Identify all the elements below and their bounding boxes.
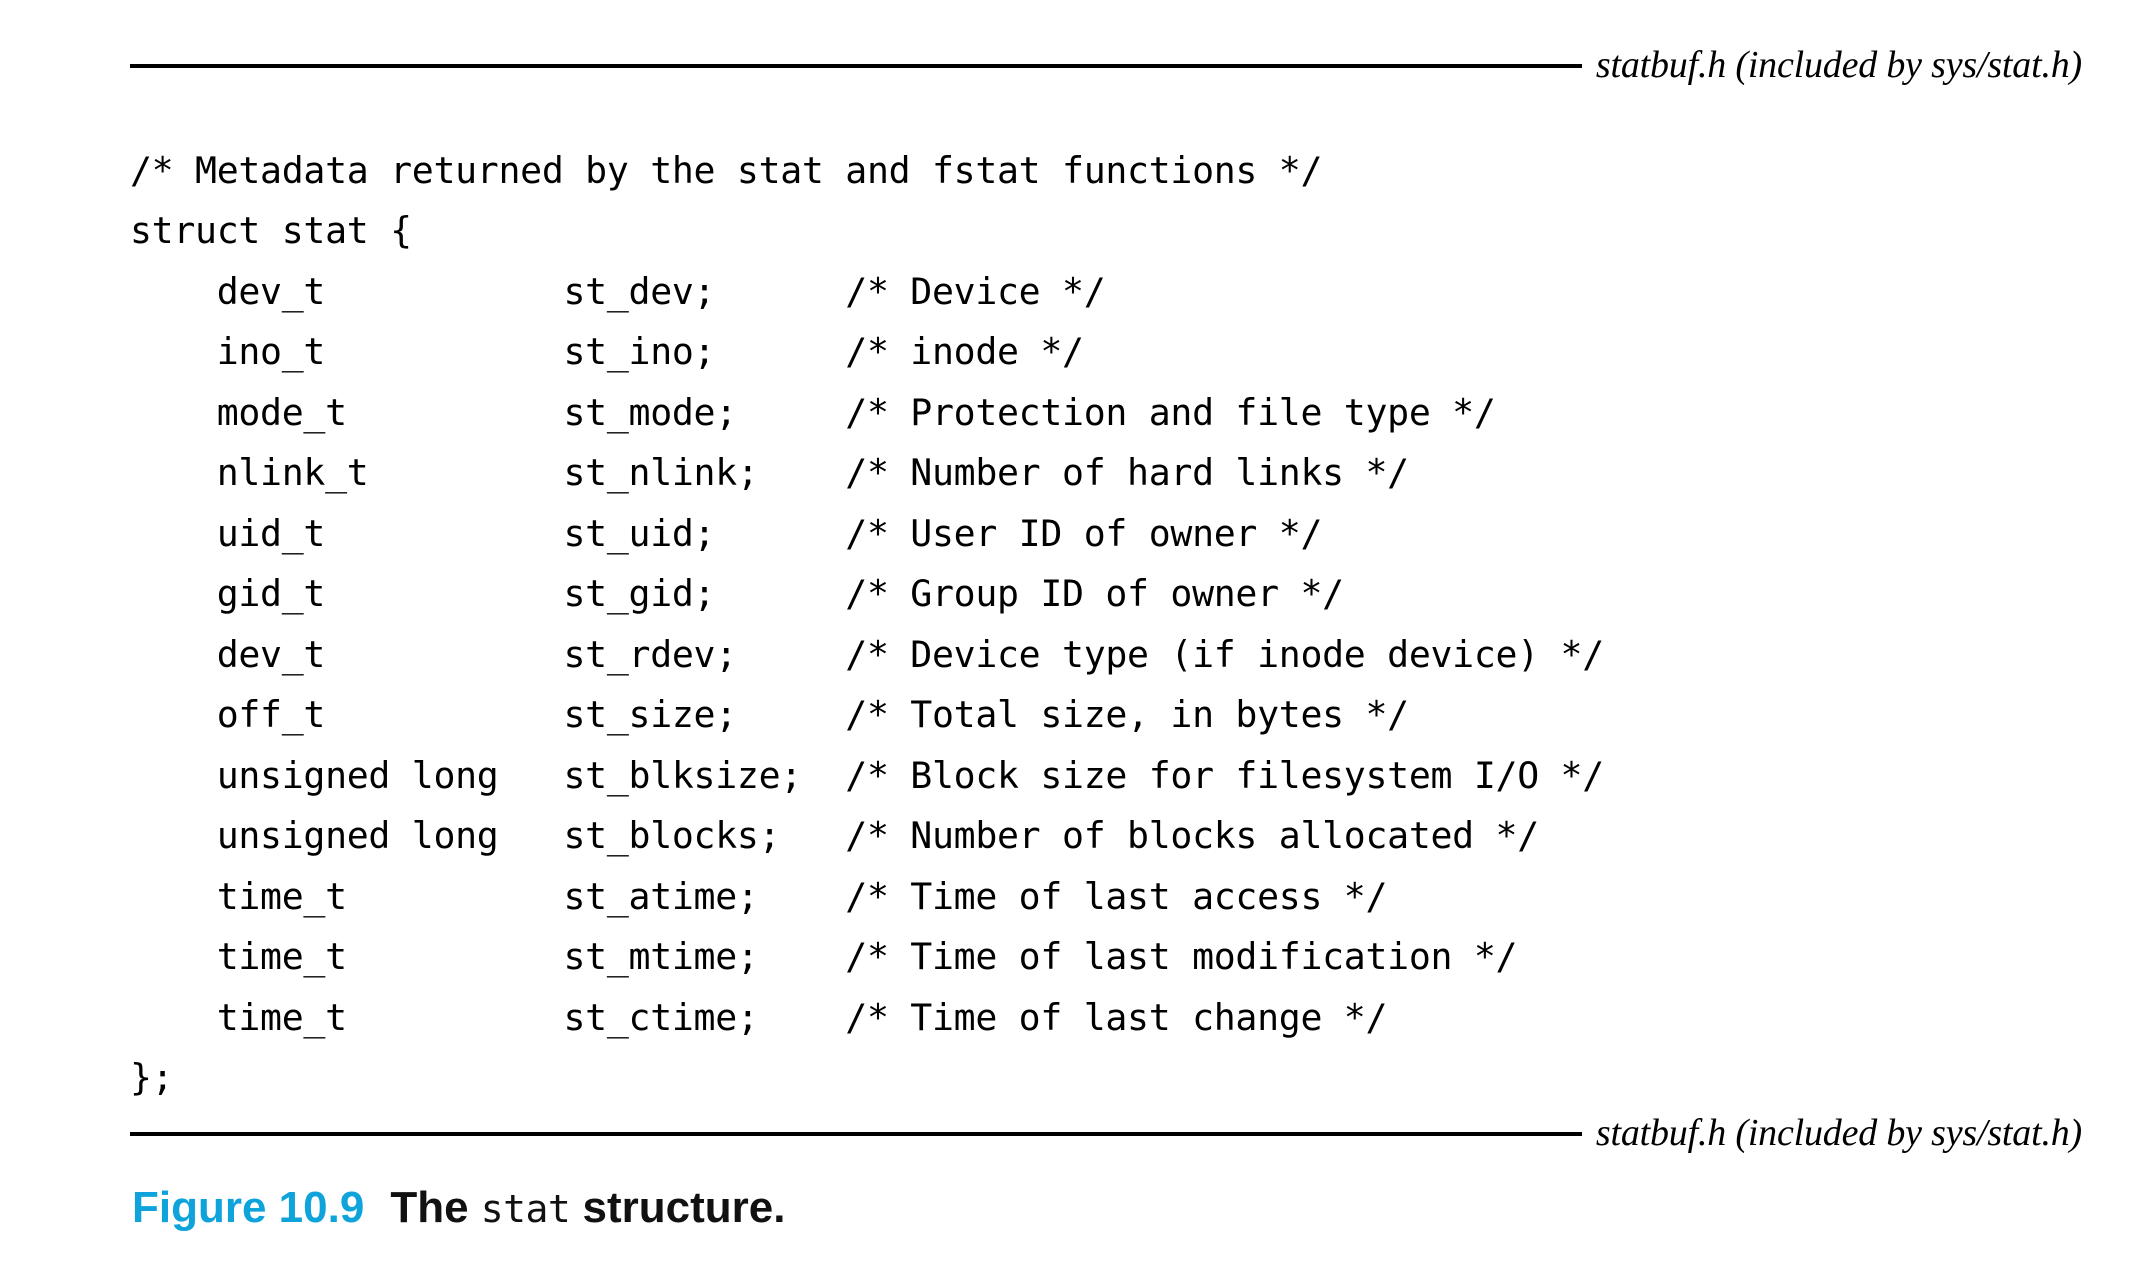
code-line: struct stat { [130,209,412,252]
code-line: /* Metadata returned by the stat and fst… [130,148,1323,192]
header-horizontal-rule [130,64,1582,68]
code-header-rule-row: statbuf.h (included by sys/stat.h) [130,46,2082,84]
code-line: time_t st_ctime; /* Time of last change … [130,995,1388,1039]
footer-file-label: statbuf.h (included by sys/stat.h) [1595,1112,2082,1154]
header-file-label: statbuf.h (included by sys/stat.h) [1595,44,2082,86]
caption-text-after: structure. [570,1183,786,1232]
figure-number: Figure 10.9 [132,1183,365,1232]
code-line: mode_t st_mode; /* Protection and file t… [130,390,1496,434]
code-line: ino_t st_ino; /* inode */ [130,330,1084,373]
code-line: unsigned long st_blocks; /* Number of bl… [130,814,1539,857]
code-line: time_t st_atime; /* Time of last access … [130,874,1388,918]
code-listing: /* Metadata returned by the stat and fst… [130,141,1604,1109]
figure-stat-structure: statbuf.h (included by sys/stat.h) /* Me… [0,0,2130,1280]
code-line: time_t st_mtime; /* Time of last modific… [130,935,1518,978]
code-line: dev_t st_rdev; /* Device type (if inode … [130,632,1605,676]
code-line: gid_t st_gid; /* Group ID of owner */ [130,572,1344,615]
caption-text-before: The [390,1183,481,1232]
code-line: dev_t st_dev; /* Device */ [130,269,1106,313]
code-line: unsigned long st_blksize; /* Block size … [130,753,1605,797]
code-footer-rule-row: statbuf.h (included by sys/stat.h) [130,1114,2082,1152]
footer-horizontal-rule [130,1132,1582,1136]
code-line: off_t st_size; /* Total size, in bytes *… [130,693,1409,736]
figure-caption: Figure 10.9 The stat structure. [132,1182,785,1235]
code-line: nlink_t st_nlink; /* Number of hard link… [130,451,1409,494]
code-line: }; [130,1056,174,1099]
caption-mono-term: stat [480,1187,571,1231]
code-line: uid_t st_uid; /* User ID of owner */ [130,511,1323,555]
